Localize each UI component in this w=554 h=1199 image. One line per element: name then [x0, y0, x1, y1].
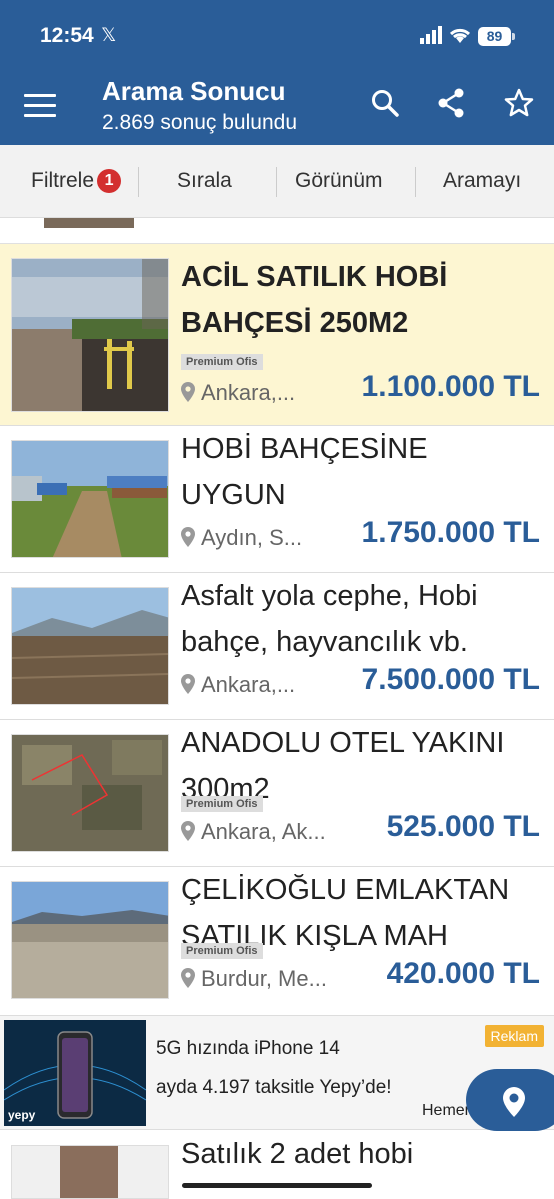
filter-button[interactable]: Filtrele 1 [31, 169, 122, 193]
location-text: Ankara, Ak... [201, 819, 326, 844]
result-count: 2.869 sonuç bulundu [102, 111, 297, 134]
page-title: Arama Sonucu [102, 76, 286, 106]
status-bar: 12:54 𝕏 89 [0, 0, 554, 72]
battery-icon: 89 [478, 27, 515, 46]
toolbar-divider [138, 167, 139, 197]
listing-row[interactable]: Asfalt yola cephe, Hobi bahçe, hayvancıl… [0, 573, 554, 720]
filter-toolbar: Filtrele 1 Sırala Görünüm Aramayı [0, 145, 554, 218]
listing-title: HOBİ BAHÇESİNE UYGUN [181, 433, 428, 511]
location-pin-icon [181, 821, 195, 841]
sort-button[interactable]: Sırala [177, 169, 232, 193]
ad-image: yepy [4, 1020, 146, 1126]
listing-photo [11, 734, 169, 852]
home-indicator [182, 1183, 372, 1188]
listing-price: 7.500.000 TL [361, 663, 540, 696]
listing-location: Ankara, Ak... [181, 819, 326, 845]
star-icon[interactable] [504, 88, 534, 118]
location-text: Ankara,... [201, 672, 296, 697]
ad-logo: yepy [8, 1108, 36, 1122]
listing-location: Ankara,... [181, 380, 295, 406]
listing-price: 1.100.000 TL [361, 370, 540, 403]
ad-label: Reklam [484, 1025, 544, 1047]
location-text: Ankara,... [201, 380, 296, 405]
location-text: Aydın, S... [201, 525, 303, 550]
location-pin-icon [503, 1087, 525, 1117]
listing-row[interactable]: ANADOLU OTEL YAKINI 300m2 Premium Ofis A… [0, 720, 554, 867]
listing-photo [11, 1145, 169, 1199]
listing-title: Satılık 2 adet hobi [181, 1138, 414, 1170]
listing-row[interactable]: HOBİ BAHÇESİNE UYGUN Aydın, S... 1.750.0… [0, 426, 554, 573]
share-icon[interactable] [437, 88, 465, 118]
wifi-icon [449, 28, 471, 43]
listing-title: Asfalt yola cephe, Hobi bahçe, hayvancıl… [181, 580, 478, 658]
listing-location: Ankara,... [181, 672, 295, 698]
premium-badge: Premium Ofis [181, 796, 263, 812]
listing-price: 1.750.000 TL [361, 516, 540, 549]
listing-price: 525.000 TL [386, 810, 540, 843]
toolbar-divider [415, 167, 416, 197]
location-pin-icon [181, 527, 195, 547]
list-item[interactable] [0, 218, 554, 244]
menu-icon[interactable] [24, 94, 56, 120]
location-pin-icon [181, 674, 195, 694]
listing-photo [11, 258, 169, 412]
status-time: 12:54 [40, 24, 94, 47]
listing-photo [11, 881, 169, 999]
search-icon[interactable] [370, 88, 400, 118]
listing-title: ACİL SATILIK HOBİ BAHÇESİ 250M2 [181, 261, 448, 339]
filter-label: Filtrele [31, 169, 95, 192]
map-view-button[interactable] [466, 1069, 554, 1131]
premium-badge: Premium Ofis [181, 943, 263, 959]
listing-location: Burdur, Me... [181, 966, 327, 992]
listing-price: 420.000 TL [386, 957, 540, 990]
listing-row[interactable]: Satılık 2 adet hobi [0, 1131, 554, 1199]
save-search-button[interactable]: Aramayı [443, 169, 521, 193]
app-header: 12:54 𝕏 89 Arama Sonucu 2.869 sonuç bulu… [0, 0, 554, 145]
location-pin-icon [181, 382, 195, 402]
toolbar-divider [276, 167, 277, 197]
listing-photo [44, 218, 134, 228]
ad-subline: ayda 4.197 taksitle Yepy’de! [156, 1077, 392, 1098]
listing-photo [11, 587, 169, 705]
premium-badge: Premium Ofis [181, 354, 263, 370]
signal-icon [420, 26, 442, 44]
x-app-icon: 𝕏 [101, 25, 117, 46]
listing-row[interactable]: ÇELİKOĞLU EMLAKTAN SATILIK KIŞLA MAH Pre… [0, 867, 554, 1016]
location-text: Burdur, Me... [201, 966, 327, 991]
ad-headline: 5G hızında iPhone 14 [156, 1038, 340, 1059]
location-pin-icon [181, 968, 195, 988]
listing-location: Aydın, S... [181, 525, 302, 551]
view-button[interactable]: Görünüm [295, 169, 383, 193]
listing-photo [11, 440, 169, 558]
filter-count-badge: 1 [97, 169, 122, 193]
listing-row[interactable]: ACİL SATILIK HOBİ BAHÇESİ 250M2 Premium … [0, 244, 554, 426]
